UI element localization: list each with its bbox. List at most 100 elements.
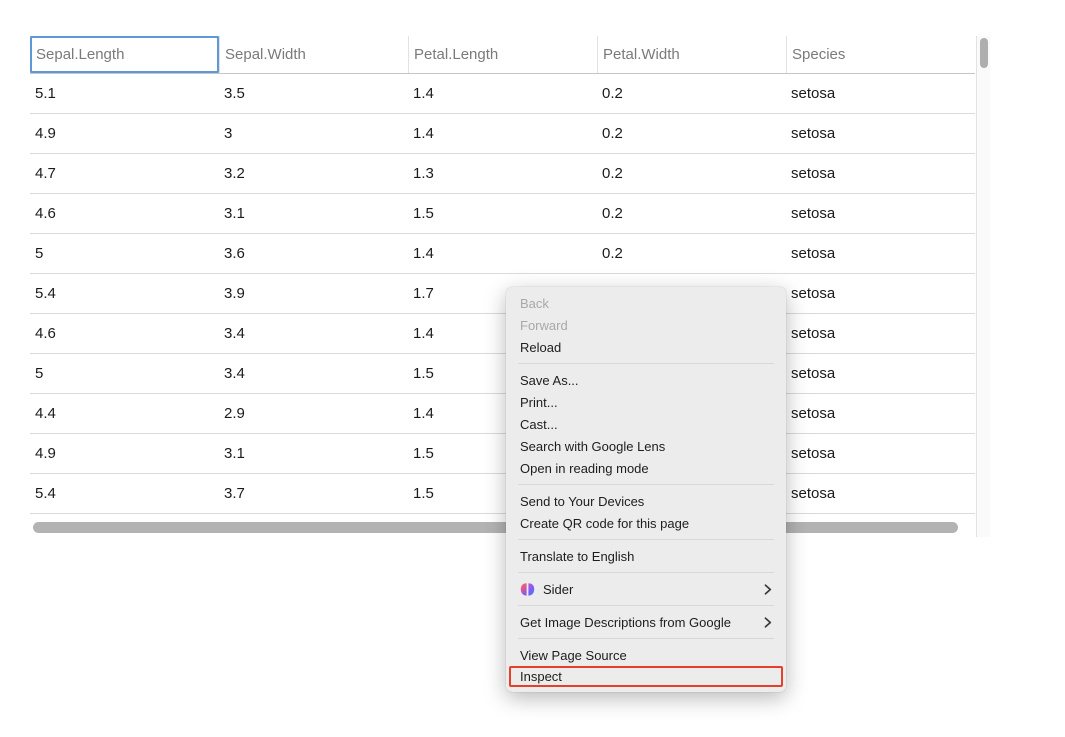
menu-item-forward: Forward (506, 314, 786, 336)
table-header-row: Sepal.Length Sepal.Width Petal.Length Pe… (30, 36, 975, 74)
menu-separator (518, 605, 774, 606)
table-cell: 3.6 (219, 245, 408, 262)
table-cell: 5 (30, 365, 219, 382)
menu-item-label: Send to Your Devices (520, 494, 644, 509)
menu-separator (518, 363, 774, 364)
table-cell: 4.7 (30, 165, 219, 182)
column-header-petal-width[interactable]: Petal.Width (597, 36, 786, 73)
menu-item-get-image-descriptions[interactable]: Get Image Descriptions from Google (506, 611, 786, 633)
menu-item-label: Sider (543, 582, 573, 597)
table-row: 4.7 3.2 1.3 0.2 setosa (30, 154, 975, 194)
table-cell: 5 (30, 245, 219, 262)
table-cell: 3.7 (219, 485, 408, 502)
column-header-sepal-width[interactable]: Sepal.Width (219, 36, 408, 73)
menu-item-inspect[interactable]: Inspect (509, 666, 783, 687)
table-cell: 3.2 (219, 165, 408, 182)
menu-item-translate[interactable]: Translate to English (506, 545, 786, 567)
menu-item-label: Print... (520, 395, 558, 410)
menu-item-label: Inspect (520, 669, 562, 684)
menu-item-label: Save As... (520, 373, 579, 388)
table-cell: setosa (786, 245, 975, 262)
table-row: 4.9 3.1 1.5 setosa (30, 434, 975, 474)
table-cell: 3.1 (219, 445, 408, 462)
table-row: 5 3.6 1.4 0.2 setosa (30, 234, 975, 274)
menu-item-open-reading-mode[interactable]: Open in reading mode (506, 457, 786, 479)
table-cell: setosa (786, 365, 975, 382)
menu-item-label: Search with Google Lens (520, 439, 665, 454)
chevron-right-icon (764, 617, 772, 628)
table-cell: setosa (786, 205, 975, 222)
menu-item-label: Get Image Descriptions from Google (520, 615, 731, 630)
table-cell: 1.4 (408, 245, 597, 262)
chevron-right-icon (764, 584, 772, 595)
table-cell: 0.2 (597, 125, 786, 142)
table-row: 5.1 3.5 1.4 0.2 setosa (30, 74, 975, 114)
column-header-species[interactable]: Species (786, 36, 975, 73)
table-row: 4.4 2.9 1.4 setosa (30, 394, 975, 434)
menu-item-print[interactable]: Print... (506, 391, 786, 413)
table-cell: 3.4 (219, 365, 408, 382)
table-cell: 0.2 (597, 165, 786, 182)
table-row: 5.4 3.9 1.7 setosa (30, 274, 975, 314)
table-row: 4.9 3 1.4 0.2 setosa (30, 114, 975, 154)
table-cell: 0.2 (597, 85, 786, 102)
table-cell: 3.5 (219, 85, 408, 102)
table-cell: 3.9 (219, 285, 408, 302)
table-cell: setosa (786, 285, 975, 302)
table-cell: 0.2 (597, 245, 786, 262)
table-cell: 4.6 (30, 325, 219, 342)
vertical-scrollbar-track[interactable] (976, 36, 990, 537)
menu-item-reload[interactable]: Reload (506, 336, 786, 358)
table-cell: 4.4 (30, 405, 219, 422)
menu-item-label: Cast... (520, 417, 558, 432)
horizontal-scrollbar-thumb[interactable] (33, 522, 958, 533)
menu-separator (518, 572, 774, 573)
table-cell: 4.9 (30, 125, 219, 142)
table-cell: 4.9 (30, 445, 219, 462)
table-cell: 0.2 (597, 205, 786, 222)
table-cell: setosa (786, 485, 975, 502)
table-cell: setosa (786, 325, 975, 342)
table-cell: 1.5 (408, 205, 597, 222)
column-header-petal-length[interactable]: Petal.Length (408, 36, 597, 73)
menu-item-label: Open in reading mode (520, 461, 649, 476)
menu-item-create-qr-code[interactable]: Create QR code for this page (506, 512, 786, 534)
table-cell: setosa (786, 85, 975, 102)
table-row: 4.6 3.4 1.4 setosa (30, 314, 975, 354)
menu-item-save-as[interactable]: Save As... (506, 369, 786, 391)
menu-item-label: Back (520, 296, 549, 311)
table-cell: 2.9 (219, 405, 408, 422)
table-cell: 4.6 (30, 205, 219, 222)
table-row: 4.6 3.1 1.5 0.2 setosa (30, 194, 975, 234)
menu-item-label: View Page Source (520, 648, 627, 663)
table-cell: setosa (786, 125, 975, 142)
table-grid: Sepal.Length Sepal.Width Petal.Length Pe… (30, 36, 975, 514)
table-cell: 3 (219, 125, 408, 142)
sider-brain-icon (520, 582, 535, 597)
table-cell: 3.1 (219, 205, 408, 222)
vertical-scrollbar-thumb[interactable] (980, 38, 988, 68)
menu-item-sider[interactable]: Sider (506, 578, 786, 600)
table-row: 5.4 3.7 1.5 setosa (30, 474, 975, 514)
table-cell: 1.3 (408, 165, 597, 182)
menu-item-send-to-devices[interactable]: Send to Your Devices (506, 490, 786, 512)
table-cell: setosa (786, 165, 975, 182)
menu-item-label: Translate to English (520, 549, 634, 564)
menu-separator (518, 539, 774, 540)
menu-item-view-page-source[interactable]: View Page Source (506, 644, 786, 666)
table-cell: 1.4 (408, 125, 597, 142)
menu-item-cast[interactable]: Cast... (506, 413, 786, 435)
table-cell: 5.4 (30, 285, 219, 302)
table-cell: setosa (786, 405, 975, 422)
menu-item-label: Create QR code for this page (520, 516, 689, 531)
table-cell: setosa (786, 445, 975, 462)
browser-context-menu: Back Forward Reload Save As... Print... … (506, 287, 786, 692)
column-header-sepal-length[interactable]: Sepal.Length (30, 36, 219, 73)
menu-item-label: Reload (520, 340, 561, 355)
menu-item-label: Forward (520, 318, 568, 333)
table-cell: 1.4 (408, 85, 597, 102)
table-cell: 5.1 (30, 85, 219, 102)
menu-separator (518, 638, 774, 639)
menu-item-search-google-lens[interactable]: Search with Google Lens (506, 435, 786, 457)
table-row: 5 3.4 1.5 setosa (30, 354, 975, 394)
